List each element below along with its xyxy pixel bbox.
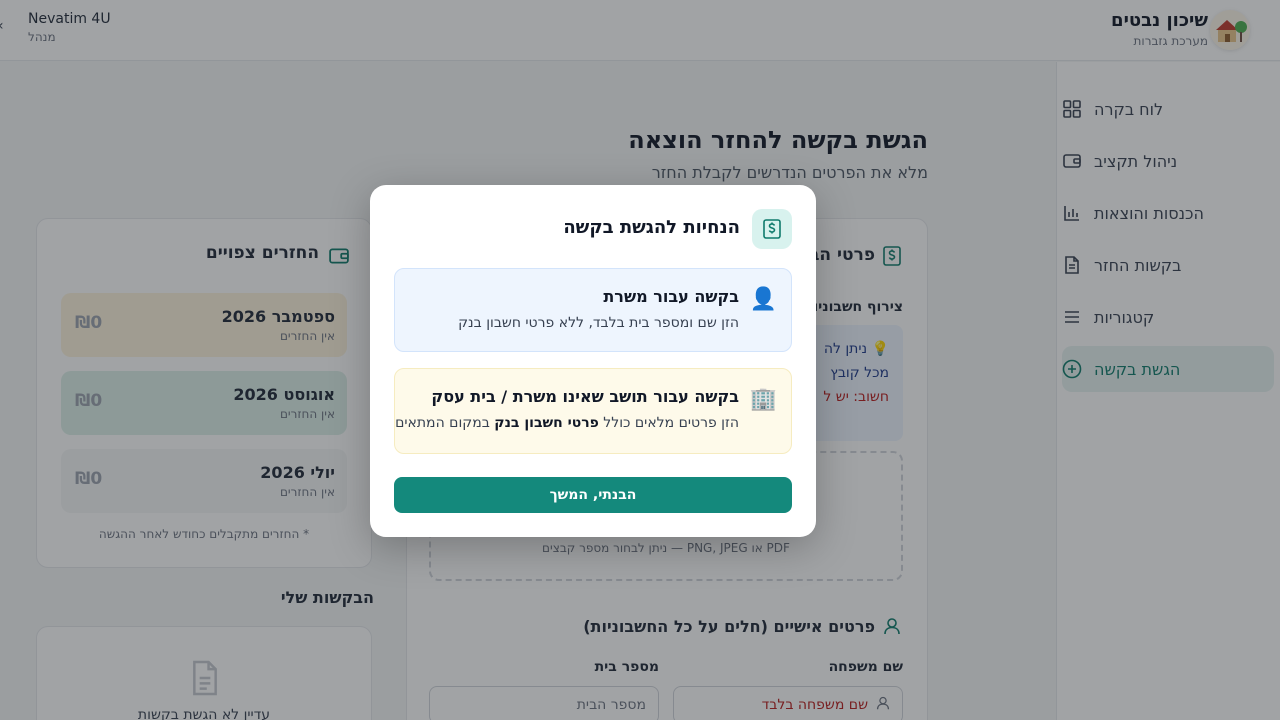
building-icon: 🏢 (749, 387, 777, 412)
option-soldier: 👤 בקשה עבור משרת הזן שם ומספר בית בלבד, … (394, 268, 792, 352)
option-text: הזן פרטים מלאים כולל פרטי חשבון בנק במקו… (395, 415, 739, 431)
confirm-continue-button[interactable]: הבנתי, המשך (394, 477, 792, 513)
option-title: בקשה עבור תושב שאינו משרת / בית עסק (431, 387, 739, 406)
option-text-bold: פרטי חשבון בנק (494, 415, 599, 431)
option-title: בקשה עבור משרת (603, 287, 739, 306)
person-icon: 👤 (749, 287, 777, 312)
guidelines-modal: הנחיות להגשת בקשה 👤 בקשה עבור משרת הזן ש… (370, 185, 816, 537)
option-text: הזן שם ומספר בית בלבד, ללא פרטי חשבון בנ… (458, 315, 739, 331)
dollar-document-icon (752, 209, 792, 249)
option-resident-business: 🏢 בקשה עבור תושב שאינו משרת / בית עסק הז… (394, 368, 792, 454)
modal-title: הנחיות להגשת בקשה (563, 217, 740, 238)
